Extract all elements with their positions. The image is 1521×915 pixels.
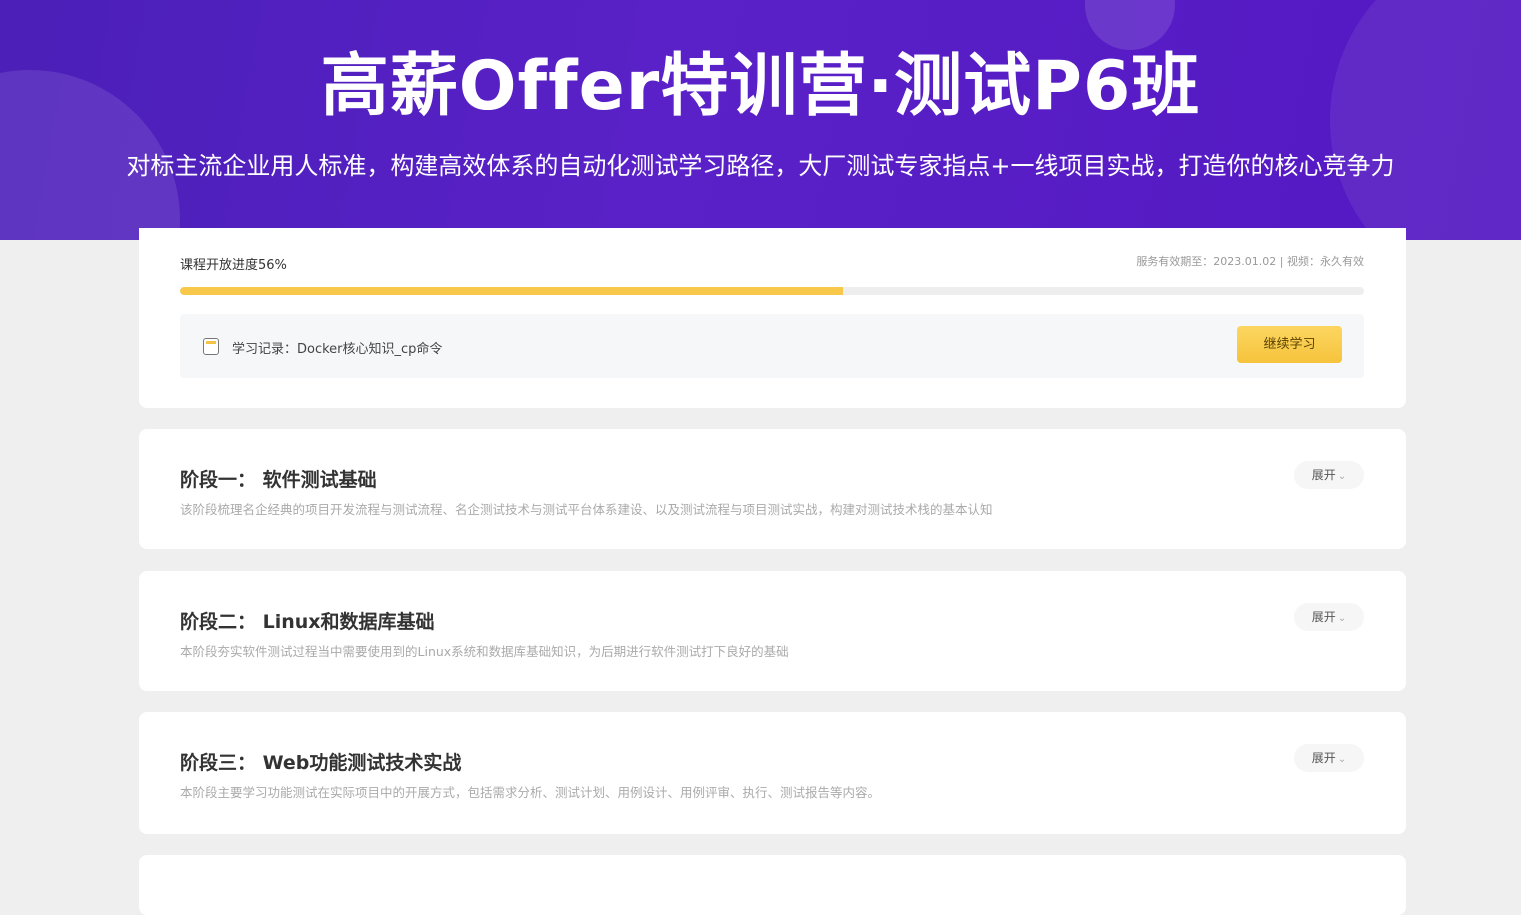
page-subtitle: 对标主流企业用人标准，构建高效体系的自动化测试学习路径，大厂测试专家指点+一线项… xyxy=(126,152,1395,180)
stage-card: 阶段二： Linux和数据库基础 本阶段夯实软件测试过程当中需要使用到的Linu… xyxy=(139,571,1406,691)
stage-card: 阶段三： Web功能测试技术实战 本阶段主要学习功能测试在实际项目中的开展方式，… xyxy=(139,712,1406,834)
progress-bar-fill xyxy=(180,287,844,295)
expand-label: 展开 xyxy=(1311,751,1336,765)
study-record-text: 学习记录：Docker核心知识_cp命令 xyxy=(232,342,443,357)
progress-bar xyxy=(180,287,1364,295)
course-banner: 高薪Offer特训营·测试P6班 对标主流企业用人标准，构建高效体系的自动化测试… xyxy=(0,0,1521,240)
expand-label: 展开 xyxy=(1311,468,1336,482)
expand-label: 展开 xyxy=(1311,610,1336,624)
stage-title: 阶段一： 软件测试基础 xyxy=(180,469,377,491)
expand-button[interactable]: 展开 ⌄ xyxy=(1294,461,1364,489)
page-title: 高薪Offer特训营·测试P6班 xyxy=(320,47,1201,126)
expand-button[interactable]: 展开 ⌄ xyxy=(1294,603,1364,631)
stage-description: 本阶段夯实软件测试过程当中需要使用到的Linux系统和数据库基础知识，为后期进行… xyxy=(180,644,789,659)
notebook-icon xyxy=(203,338,219,355)
chevron-down-icon: ⌄ xyxy=(1337,471,1347,482)
stage-description: 本阶段主要学习功能测试在实际项目中的开展方式，包括需求分析、测试计划、用例设计、… xyxy=(180,785,881,800)
study-record: 学习记录：Docker核心知识_cp命令 继续学习 xyxy=(180,314,1364,378)
chevron-down-icon: ⌄ xyxy=(1337,613,1347,624)
stage-title: 阶段三： Web功能测试技术实战 xyxy=(180,752,462,774)
progress-label: 课程开放进度56% xyxy=(180,258,287,273)
stage-title: 阶段二： Linux和数据库基础 xyxy=(180,611,435,633)
service-validity-info: 服务有效期至：2023.01.02 | 视频：永久有效 xyxy=(1136,255,1364,268)
chevron-down-icon: ⌄ xyxy=(1337,754,1347,765)
stage-card-partial xyxy=(139,855,1406,915)
stage-card: 阶段一： 软件测试基础 该阶段梳理名企经典的项目开发流程与测试流程、名企测试技术… xyxy=(139,429,1406,549)
expand-button[interactable]: 展开 ⌄ xyxy=(1294,744,1364,772)
progress-card: 课程开放进度56% 服务有效期至：2023.01.02 | 视频：永久有效 学习… xyxy=(139,228,1406,408)
continue-learning-button[interactable]: 继续学习 xyxy=(1237,326,1342,363)
stage-description: 该阶段梳理名企经典的项目开发流程与测试流程、名企测试技术与测试平台体系建设、以及… xyxy=(180,502,993,517)
